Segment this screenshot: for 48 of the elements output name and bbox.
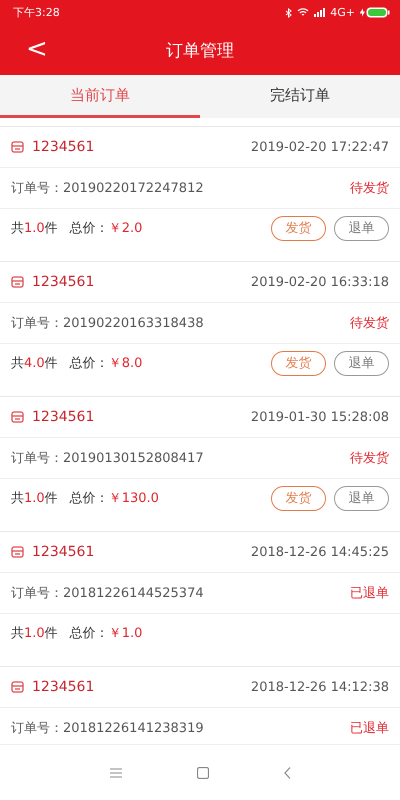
ship-button[interactable]: 发货 xyxy=(271,216,326,240)
order-time: 2018-12-26 14:12:38 xyxy=(250,680,389,694)
cancel-order-button[interactable]: 退单 xyxy=(334,216,389,240)
order-summary: 共1.0件 总价：￥1.0 xyxy=(11,625,142,642)
ship-button[interactable]: 发货 xyxy=(271,350,326,376)
cancel-order-button[interactable]: 退单 xyxy=(334,350,389,376)
order-number: 订单号：20190130152808417 xyxy=(11,450,204,467)
shop-id: 1234561 xyxy=(32,409,94,425)
network-type: 4G+ xyxy=(330,6,355,19)
cancel-order-button[interactable]: 退单 xyxy=(334,486,389,510)
store-icon xyxy=(11,141,24,153)
order-time: 2019-02-20 17:22:47 xyxy=(250,140,389,154)
order-status: 待发货 xyxy=(350,315,389,332)
shop-id: 1234561 xyxy=(32,139,94,155)
order-time: 2019-02-20 16:33:18 xyxy=(250,274,389,290)
order-time: 2018-12-26 14:45:25 xyxy=(250,544,389,560)
store-icon xyxy=(11,681,24,693)
shop-id: 1234561 xyxy=(32,679,94,695)
tab[interactable]: 完结订单 xyxy=(200,75,400,118)
home-icon[interactable] xyxy=(196,766,208,778)
ship-button[interactable]: 发货 xyxy=(271,486,326,510)
back-button[interactable]: < xyxy=(22,33,52,65)
order-status: 待发货 xyxy=(350,450,389,467)
order-number: 订单号：20190220172247812 xyxy=(11,180,204,197)
order-number: 订单号：20181226141238319 xyxy=(11,720,204,737)
store-icon xyxy=(11,411,24,423)
status-time: 下午3:28 xyxy=(13,5,60,20)
signal-icon xyxy=(314,8,326,17)
page-title: 订单管理 xyxy=(166,40,234,62)
battery-icon xyxy=(360,7,390,18)
order-status: 已退单 xyxy=(350,585,389,602)
order-number: 订单号：20190220163318438 xyxy=(11,315,204,332)
bluetooth-icon xyxy=(285,8,292,18)
shop-id: 1234561 xyxy=(32,274,94,290)
order-time: 2019-01-30 15:28:08 xyxy=(250,410,389,424)
order-summary: 共1.0件 总价：￥130.0 xyxy=(11,490,159,507)
menu-icon[interactable] xyxy=(110,768,122,778)
store-icon xyxy=(11,546,24,558)
order-summary: 共1.0件 总价：￥2.0 xyxy=(11,220,142,237)
order-status: 已退单 xyxy=(350,720,389,737)
order-status: 待发货 xyxy=(350,180,389,197)
store-icon xyxy=(11,276,24,288)
order-summary: 共4.0件 总价：￥8.0 xyxy=(11,355,142,372)
wifi-icon xyxy=(297,8,310,17)
tab[interactable]: 当前订单 xyxy=(0,75,200,118)
back-icon[interactable] xyxy=(284,766,290,778)
order-number: 订单号：20181226144525374 xyxy=(11,585,204,602)
shop-id: 1234561 xyxy=(32,544,94,560)
